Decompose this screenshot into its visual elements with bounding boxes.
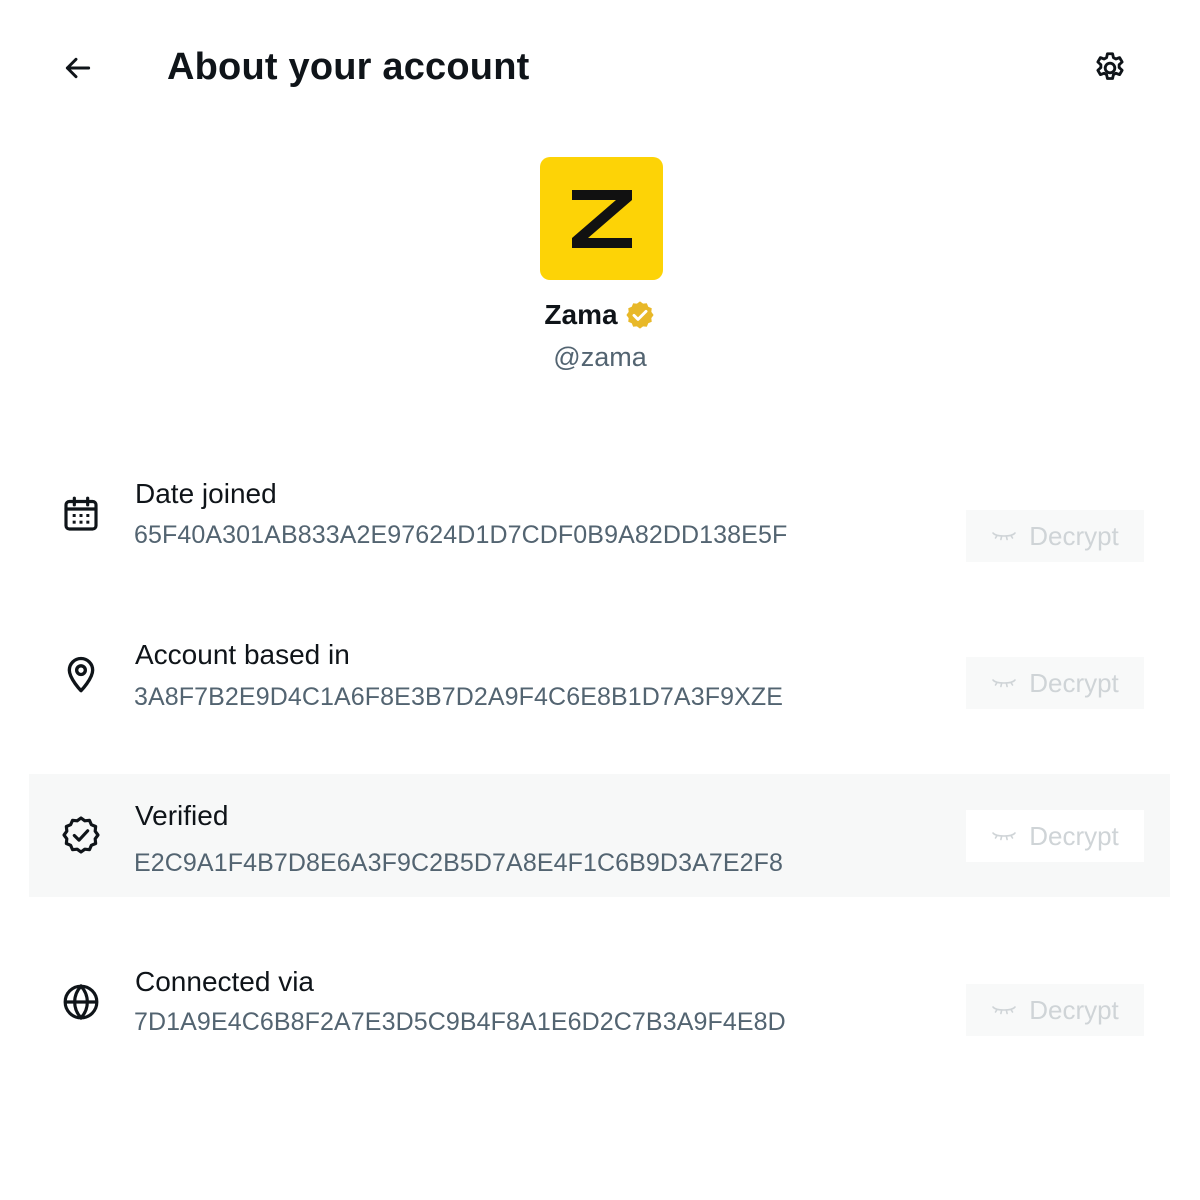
zama-logo-icon <box>571 189 632 248</box>
decrypt-label: Decrypt <box>1029 994 1119 1025</box>
profile-handle: @zama <box>553 342 647 372</box>
decrypt-button[interactable]: Decrypt <box>966 984 1144 1036</box>
row-value: E2C9A1F4B7D8E6A3F9C2B5D7A8E4F1C6B9D3A7E2… <box>134 849 784 877</box>
arrow-left-icon <box>65 57 91 79</box>
row-value: 3A8F7B2E9D4C1A6F8E3B7D2A9F4C6E8B1D7A3F9X… <box>134 683 783 711</box>
decrypt-label: Decrypt <box>1029 820 1119 851</box>
decrypt-label: Decrypt <box>1029 667 1119 698</box>
decrypt-button[interactable]: Decrypt <box>966 657 1144 709</box>
verified-badge-icon <box>57 811 105 859</box>
decrypt-label: Decrypt <box>1029 520 1119 551</box>
row-label: Account based in <box>135 639 350 670</box>
closed-eye-icon <box>992 832 1017 841</box>
profile-avatar[interactable] <box>540 157 663 280</box>
calendar-icon <box>57 490 105 538</box>
decrypt-button[interactable]: Decrypt <box>966 810 1144 862</box>
closed-eye-icon <box>992 532 1017 541</box>
gear-icon <box>1096 52 1124 80</box>
back-button[interactable] <box>52 42 104 94</box>
row-label: Verified <box>135 800 229 831</box>
row-label: Connected via <box>135 966 315 997</box>
location-pin-icon <box>57 650 105 698</box>
info-row-connected-via: Connected via 7D1A9E4C6B8F2A7E3D5C9B4F8A… <box>29 960 1170 1083</box>
globe-icon <box>57 978 105 1026</box>
verified-gold-badge-icon <box>625 301 654 329</box>
page-title: About your account <box>167 46 530 88</box>
profile-name[interactable]: Zama <box>544 295 617 335</box>
closed-eye-icon <box>992 1006 1017 1015</box>
info-row-verified: Verified E2C9A1F4B7D8E6A3F9C2B5D7A8E4F1C… <box>29 774 1170 897</box>
info-row-account-based-in: Account based in 3A8F7B2E9D4C1A6F8E3B7D2… <box>29 630 1170 753</box>
closed-eye-icon <box>992 679 1017 688</box>
info-row-date-joined: Date joined 65F40A301AB833A2E97624D1D7CD… <box>29 470 1170 593</box>
decrypt-button[interactable]: Decrypt <box>966 510 1144 562</box>
row-value: 65F40A301AB833A2E97624D1D7CDF0B9A82DD138… <box>134 521 788 549</box>
row-label: Date joined <box>135 478 277 509</box>
row-value: 7D1A9E4C6B8F2A7E3D5C9B4F8A1E6D2C7B3A9F4E… <box>134 1008 786 1036</box>
header-bar: About your account <box>0 0 1200 135</box>
profile-name-row: Zama <box>0 295 1200 335</box>
settings-button[interactable] <box>1085 43 1135 93</box>
